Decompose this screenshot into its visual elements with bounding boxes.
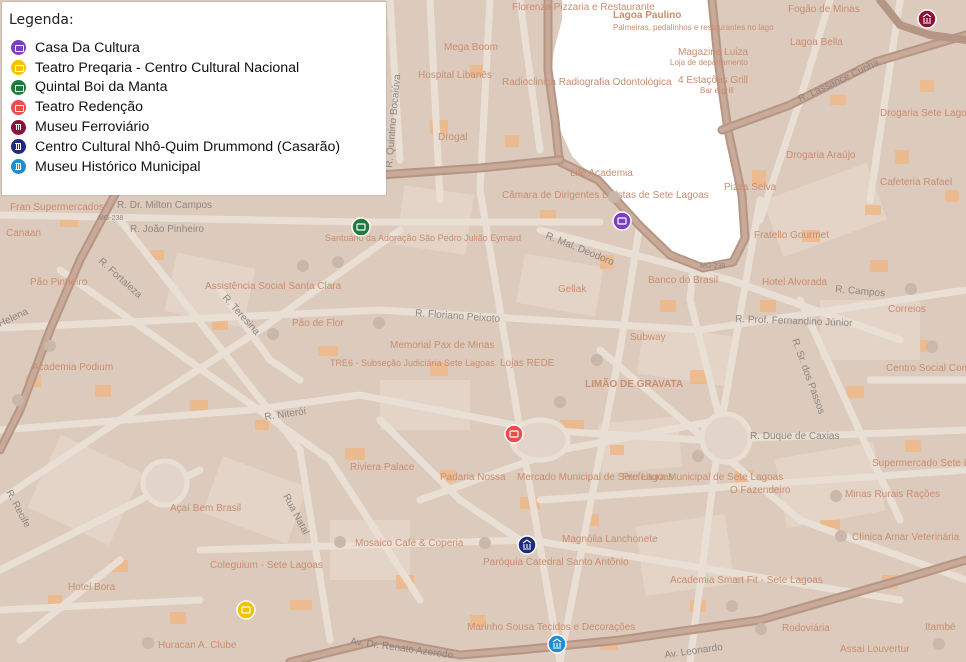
theater-icon — [11, 79, 26, 95]
legend-item-centro-cultural-nho-quim[interactable]: Centro Cultural Nhô-Quim Drummond (Casar… — [9, 137, 378, 157]
poi-label: Câmara de Dirigentes Lojistas de Sete La… — [502, 190, 709, 201]
poi-label: Memorial Pax de Minas — [390, 340, 494, 351]
poi-label: Açaí Bem Brasil — [170, 503, 241, 514]
legend-item-museu-historico-municipal[interactable]: Museu Histórico Municipal — [9, 157, 378, 177]
poi-label: Mosaico Café & Coperia — [355, 538, 464, 549]
poi-label: Gellak — [558, 284, 587, 295]
poi-label: TRE6 - Subseção Judiciária Sete Lagoas — [330, 358, 495, 368]
poi-label: LIMÃO DE GRAVATA — [585, 377, 683, 390]
legend-item-museu-ferroviario[interactable]: Museu Ferroviário — [9, 117, 378, 137]
poi-label: Life Academia — [570, 168, 633, 179]
poi-label: Supermercado Sete Lagoas — [872, 458, 966, 469]
poi-label: Drogal — [438, 132, 467, 143]
map-legend: Legenda: Casa Da Cultura Teatro Preqaria… — [2, 2, 386, 195]
highway-shield: MG-238 — [700, 263, 725, 270]
poi-label: Minas Rurais Rações — [845, 489, 940, 500]
poi-label: Lojas REDE — [500, 358, 555, 369]
museum-icon — [11, 119, 26, 135]
legend-item-label: Museu Histórico Municipal — [35, 158, 201, 175]
poi-label: Pizza Seiva — [724, 182, 777, 193]
legend-item-teatro-redencao[interactable]: Teatro Redenção — [9, 97, 378, 117]
poi-label: Pão de Flor — [292, 318, 344, 329]
poi-label: Pão Pinheiro — [30, 277, 88, 288]
marker-teatro-redencao[interactable] — [504, 424, 524, 444]
poi-label: Mega Boom — [444, 42, 498, 53]
legend-item-label: Centro Cultural Nhô-Quim Drummond (Casar… — [35, 138, 341, 155]
poi-label: Cafeteria Rafael — [880, 177, 952, 188]
poi-label: Fratello Gourmet — [754, 230, 829, 241]
poi-label: Riviera Palace — [350, 462, 415, 473]
poi-label: Academia Smart Fit - Sete Lagoas — [670, 575, 823, 586]
poi-label: Magnólia Lanchonete — [562, 534, 658, 545]
marker-museu-ferroviario[interactable] — [917, 9, 937, 29]
poi-label: Prefeitura Municipal de Sete Lagoas — [622, 472, 783, 483]
poi-label: Radioclinica Radiografia Odontológica — [502, 77, 672, 88]
poi-label: Marinho Sousa Tecidos e Decorações — [467, 622, 635, 633]
poi-label: Hospital Libanês — [418, 70, 492, 81]
poi-label: Santuário da Adoração São Pedro Julião E… — [325, 233, 521, 243]
poi-label: Centro Social Comunitário — [886, 363, 966, 374]
legend-title: Legenda: — [9, 12, 74, 28]
poi-label: Canaan — [6, 228, 41, 239]
poi-label: Huracan A. Clube — [158, 640, 237, 651]
street-label: R. Dr. Milton Campos — [117, 200, 212, 211]
legend-item-label: Casa Da Cultura — [35, 39, 140, 56]
poi-label: Clínica Amar Veterinária — [852, 532, 960, 543]
poi-label: Magazine Luiza — [678, 47, 748, 58]
poi-label: Rodoviária — [782, 623, 830, 634]
theater-icon — [11, 40, 26, 56]
legend-item-label: Teatro Preqaria - Centro Cultural Nacion… — [35, 59, 300, 76]
highway-shield: MG-238 — [98, 215, 123, 222]
museum-icon — [11, 139, 26, 155]
poi-label: Drogaria Sete Lagoas — [880, 108, 966, 119]
street-label: R. Duque de Caxias — [750, 431, 840, 442]
poi-label: Fran Supermercados — [10, 202, 104, 213]
poi-label: Lagoa Paulino — [613, 10, 681, 21]
legend-item-label: Teatro Redenção — [35, 99, 144, 116]
legend-item-quintal-boi-da-manta[interactable]: Quintal Boi da Manta — [9, 78, 378, 98]
legend-item-label: Museu Ferroviário — [35, 119, 150, 136]
poi-label: Subway — [630, 332, 666, 343]
street-label: R. João Pinheiro — [130, 224, 204, 235]
poi-label: O Fazendeiro — [730, 485, 791, 496]
marker-quintal-boi-da-manta[interactable] — [351, 217, 371, 237]
poi-label: Itambé — [925, 622, 956, 633]
marker-centro-cultural-nho-quim[interactable] — [517, 535, 537, 555]
poi-label: Drogaria Araújo — [786, 150, 856, 161]
theater-icon — [11, 60, 26, 76]
poi-label: Hotel Bora — [68, 582, 116, 593]
poi-label: Academia Podium — [32, 362, 113, 373]
legend-item-label: Quintal Boi da Manta — [35, 79, 168, 96]
poi-label: Lagoa Bella — [790, 37, 843, 48]
poi-label: Assai Louvertur — [840, 644, 910, 655]
marker-museu-historico-municipal[interactable] — [547, 634, 567, 654]
poi-label: Coleguium - Sete Lagoas — [210, 560, 323, 571]
legend-item-casa-da-cultura[interactable]: Casa Da Cultura — [9, 38, 378, 58]
theater-icon — [11, 99, 26, 115]
poi-label: Banco do Brasil — [648, 275, 718, 286]
poi-label: Padaria Nossa — [440, 472, 506, 483]
poi-label: Correios — [888, 304, 926, 315]
poi-label: Palmeiras, pedalinhos e restaurantes no … — [613, 23, 774, 32]
poi-label: Assistência Social Santa Clara — [205, 281, 342, 292]
marker-teatro-preqaria[interactable] — [236, 600, 256, 620]
legend-item-teatro-preqaria[interactable]: Teatro Preqaria - Centro Cultural Nacion… — [9, 58, 378, 78]
poi-label: Paróquia Catedral Santo Antônio — [483, 557, 629, 568]
museum-icon — [11, 159, 26, 175]
poi-label: Fogão de Minas — [788, 4, 860, 15]
marker-casa-da-cultura[interactable] — [612, 211, 632, 231]
poi-label: Bar e grill — [700, 86, 734, 95]
poi-label: 4 Estações Grill — [678, 75, 748, 86]
poi-label: Hotel Alvorada — [762, 277, 827, 288]
poi-label: Loja de departamento — [670, 58, 748, 67]
